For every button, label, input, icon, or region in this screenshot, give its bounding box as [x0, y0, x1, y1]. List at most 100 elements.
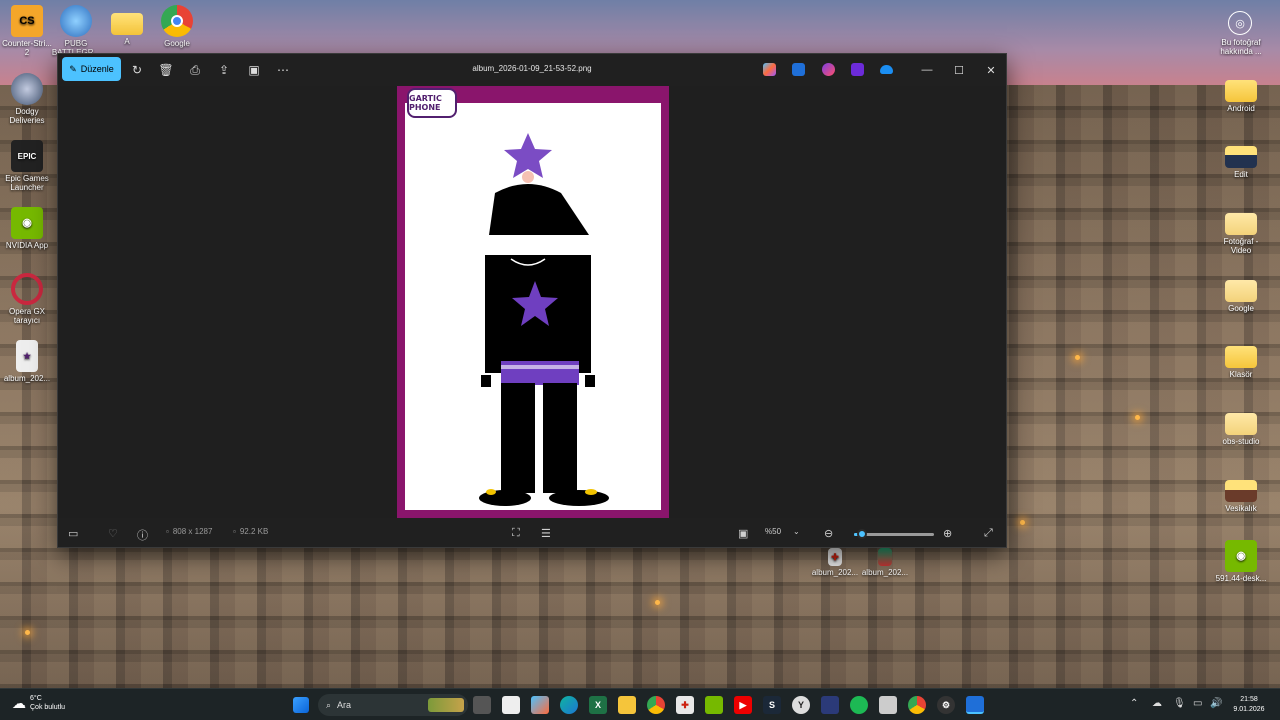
desktop-icon-google[interactable]: Google — [150, 5, 204, 48]
compare-icon[interactable]: ☰ — [541, 527, 551, 540]
desktop-icon-vesikalik[interactable]: Vesikalık — [1214, 472, 1268, 513]
crop-icon[interactable]: ⛶ — [512, 527, 520, 540]
clock[interactable]: 21:58 9.01.2026 — [1226, 695, 1272, 715]
zoom-out-icon[interactable]: ⊖ — [824, 527, 833, 540]
desktop-icon-google-folder[interactable]: Google — [1214, 272, 1268, 313]
store-icon[interactable] — [879, 696, 897, 714]
onedrive-icon[interactable] — [880, 65, 893, 74]
desktop-icon-label: NVIDIA App — [5, 241, 49, 250]
image-size-icon: ▫ — [166, 527, 169, 536]
desktop-icon-cs2[interactable]: CS Counter-Stri... 2 — [0, 5, 54, 57]
desktop-icon-album-file[interactable]: ✚ album_202... — [808, 548, 862, 577]
edge-icon[interactable] — [560, 696, 578, 714]
steam-icon[interactable]: S — [763, 696, 781, 714]
snipping-icon[interactable]: ✚ — [676, 696, 694, 714]
weather-temp: 6°C — [30, 695, 42, 702]
onedrive-tray-icon[interactable]: ☁ — [1152, 698, 1162, 709]
epic-icon: EPIC — [11, 140, 43, 172]
zoom-in-icon[interactable]: ⊕ — [943, 527, 952, 540]
desktop-icon-opera[interactable]: Opera GX tarayıcı — [0, 273, 54, 325]
share-icon[interactable]: ⇪ — [215, 61, 233, 79]
microphone-icon[interactable]: 🎙 — [1173, 698, 1186, 709]
desktop-icon-obs[interactable]: obs-studio — [1214, 405, 1268, 446]
status-bar: ▭ ♡ ⓘ ▫ 808 x 1287 ▫ 92.2 KB ⛶ ☰ ▣ %50 ⌄… — [58, 518, 1006, 549]
photos-app-icon[interactable] — [966, 696, 984, 714]
favorite-icon[interactable]: ♡ — [108, 527, 118, 540]
task-view-icon[interactable] — [473, 696, 491, 714]
pencil-icon: ✎ — [69, 63, 77, 74]
desktop-icon-about-photo[interactable]: Bu fotoğraf hakkında ... — [1214, 38, 1268, 56]
copilot-icon[interactable] — [763, 63, 776, 76]
more-icon[interactable]: ⋯ — [274, 61, 292, 79]
copilot-icon[interactable] — [531, 696, 549, 714]
wallpaper-light — [1020, 520, 1025, 525]
spotify-icon[interactable] — [850, 696, 868, 714]
start-windows-icon[interactable] — [293, 697, 309, 713]
excel-icon[interactable]: X — [589, 696, 607, 714]
desktop-icon-label: Fotoğraf - Video — [1223, 237, 1259, 255]
print-icon[interactable]: ⎙ — [186, 61, 204, 79]
pubg-globe-icon — [60, 5, 92, 37]
desktop-icon-album-file[interactable]: album_202... — [858, 548, 912, 577]
image-file-icon: ✚ — [828, 548, 842, 566]
image-viewer[interactable]: GARTIC PHONE — [58, 86, 1006, 518]
video-editor-icon[interactable] — [851, 63, 864, 76]
chrome-profile-icon[interactable] — [908, 696, 926, 714]
file-icon[interactable] — [502, 696, 520, 714]
desktop-icon-pubg[interactable]: PUBG BATTLEGR... — [49, 5, 103, 57]
desktop-icon-epic[interactable]: EPIC Epic Games Launcher — [0, 140, 54, 192]
volume-icon[interactable]: 🔊 — [1210, 698, 1222, 709]
maximize-button[interactable]: ☐ — [944, 59, 974, 81]
chevron-up-icon[interactable]: ⌃ — [1130, 698, 1138, 709]
desktop-icon-nvidia[interactable]: ◉ NVIDIA App — [0, 207, 54, 250]
file-explorer-icon[interactable] — [618, 696, 636, 714]
photos-window: ✎ Düzenle ↻ 🗑 ⎙ ⇪ ▣ ⋯ album_2026-01-09_2… — [57, 53, 1007, 548]
desktop-icon-label: Counter-Stri... 2 — [2, 39, 52, 57]
desktop-icon-dodgy[interactable]: Dodgy Deliveries — [0, 73, 54, 125]
camera-icon[interactable]: ◎ — [1228, 11, 1252, 35]
app-icon[interactable] — [821, 696, 839, 714]
desktop-icon-klasor[interactable]: Klasör — [1214, 338, 1268, 379]
clipchamp-icon[interactable] — [822, 63, 835, 76]
desktop-icon-label: A — [124, 37, 130, 46]
fit-window-icon[interactable]: ▣ — [738, 527, 748, 540]
search-box[interactable]: ⌕ Ara — [318, 694, 468, 716]
title-bar: ✎ Düzenle ↻ 🗑 ⎙ ⇪ ▣ ⋯ album_2026-01-09_2… — [58, 54, 1006, 86]
minimize-button[interactable]: — — [912, 59, 942, 81]
info-icon[interactable]: ⓘ — [137, 527, 148, 543]
desktop-icon-folder-a[interactable]: A — [100, 5, 154, 46]
nvidia-icon: ◉ — [11, 207, 43, 239]
desktop-icon-album[interactable]: ★ album_202... — [0, 340, 54, 383]
desktop-icon-label: 591.44-desk... — [1215, 574, 1267, 583]
desktop-icon-edit[interactable]: Edit — [1214, 138, 1268, 179]
filmstrip-icon[interactable]: ▭ — [68, 527, 78, 540]
taskbar: ☁ 6°C Çok bulutlu ⌕ Ara X ✚ ▶ S Y ⚙ ⌃ ☁ … — [0, 688, 1280, 720]
settings-icon[interactable]: ⚙ — [937, 696, 955, 714]
image-file-icon — [878, 548, 892, 566]
folder-icon — [1225, 480, 1257, 502]
zoom-slider-thumb[interactable] — [857, 529, 867, 539]
desktop-icon-nvidia-driver[interactable]: ◉ 591.44-desk... — [1214, 540, 1268, 583]
designer-icon[interactable] — [792, 63, 805, 76]
weather-widget[interactable]: ☁ 6°C Çok bulutlu — [12, 694, 65, 712]
desktop-icon-android[interactable]: Android — [1214, 72, 1268, 113]
clock-date: 9.01.2026 — [1233, 706, 1265, 713]
yandex-icon[interactable]: Y — [792, 696, 810, 714]
close-button[interactable]: ✕ — [976, 59, 1006, 81]
rotate-icon[interactable]: ↻ — [128, 61, 146, 79]
delete-icon[interactable]: 🗑 — [157, 61, 175, 79]
zoom-dropdown[interactable]: %50 ⌄ — [765, 527, 800, 536]
network-icon[interactable]: ▭ — [1193, 698, 1202, 709]
desktop-icon-label: Opera GX tarayıcı — [8, 307, 45, 325]
chrome-icon[interactable] — [647, 696, 665, 714]
fullscreen-icon[interactable]: ⤢ — [984, 527, 993, 540]
desktop-icon-photo-video[interactable]: Fotoğraf - Video — [1214, 205, 1268, 255]
file-size-info: ▫ 92.2 KB — [233, 527, 268, 536]
zoom-slider[interactable] — [854, 529, 934, 539]
dimensions-info: ▫ 808 x 1287 — [166, 527, 212, 536]
nvidia-icon[interactable] — [705, 696, 723, 714]
slideshow-icon[interactable]: ▣ — [245, 61, 263, 79]
youtube-icon[interactable]: ▶ — [734, 696, 752, 714]
wallpaper-light — [1075, 355, 1080, 360]
edit-button[interactable]: ✎ Düzenle — [62, 57, 121, 81]
